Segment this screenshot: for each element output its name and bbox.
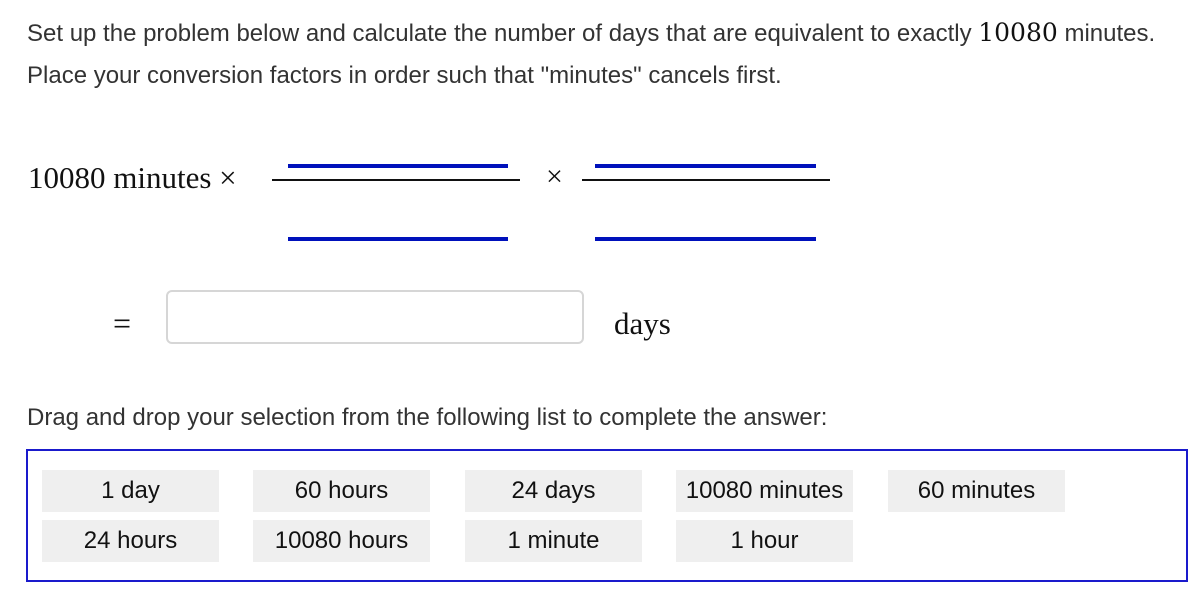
instructions: Set up the problem below and calculate t…: [27, 12, 1197, 97]
instructions-quantity: 10080: [978, 18, 1058, 47]
tile[interactable]: 10080 hours: [253, 520, 430, 562]
given-quantity-text: 10080 minutes: [28, 160, 212, 195]
given-quantity: 10080 minutes ×: [28, 160, 237, 196]
tile[interactable]: 60 hours: [253, 470, 430, 512]
tile[interactable]: 24 days: [465, 470, 642, 512]
multiply-symbol-1: ×: [219, 160, 237, 195]
fraction-1-numerator-slot[interactable]: [288, 164, 508, 168]
answer-input[interactable]: [166, 290, 584, 344]
tile[interactable]: 60 minutes: [888, 470, 1065, 512]
answer-unit: days: [614, 306, 671, 341]
tile[interactable]: 1 hour: [676, 520, 853, 562]
tile[interactable]: 1 minute: [465, 520, 642, 562]
fraction-2-numerator-slot[interactable]: [595, 164, 816, 168]
multiply-symbol-2: ×: [546, 160, 563, 193]
fraction-2-denominator-slot[interactable]: [595, 237, 816, 241]
tile[interactable]: 10080 minutes: [676, 470, 853, 512]
tile[interactable]: 24 hours: [42, 520, 219, 562]
drag-prompt: Drag and drop your selection from the fo…: [27, 404, 828, 431]
instructions-text-1: Set up the problem below and calculate t…: [27, 20, 979, 47]
tile[interactable]: 1 day: [42, 470, 219, 512]
fraction-1-bar: [272, 179, 520, 181]
fraction-1-denominator-slot[interactable]: [288, 237, 508, 241]
tile-bank: [26, 449, 1188, 582]
equals-symbol: =: [113, 305, 132, 341]
fraction-2-bar: [582, 179, 830, 181]
